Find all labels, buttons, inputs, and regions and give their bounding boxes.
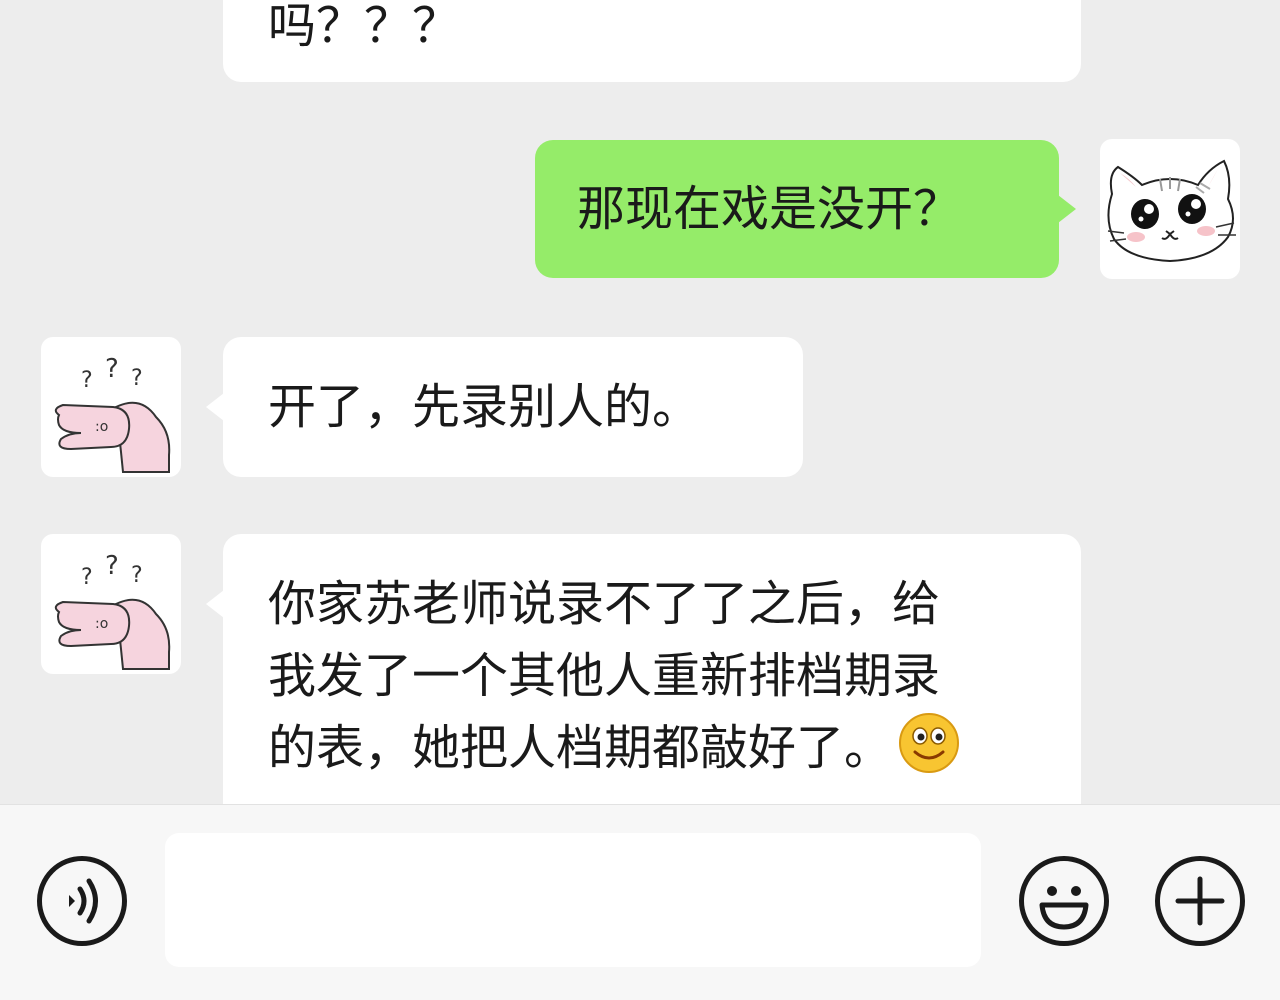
svg-text:?: ? — [131, 366, 143, 391]
message-text: 开了，先录别人的。 — [268, 379, 701, 435]
cat-avatar-icon — [1107, 159, 1236, 263]
svg-text:?: ? — [81, 565, 93, 590]
message-text: 吗？？？ — [268, 0, 461, 54]
message-bubble-contact[interactable]: 吗？？？ — [223, 0, 1081, 82]
message-bubble-me[interactable]: 那现在戏是没开？ — [535, 140, 1059, 278]
svg-text:?: ? — [105, 354, 119, 384]
message-input-bar — [0, 804, 1280, 1000]
bubble-tail — [1058, 195, 1076, 223]
chat-area: 吗？？？ 那现在戏是没开？ ? ? ?:o 开了，先录别人的。 ? ? ?:… — [0, 0, 1280, 804]
svg-text::o: :o — [95, 616, 108, 632]
message-line-text: 的表，她把人档期都敲好了。 — [268, 720, 893, 776]
emoji-button[interactable] — [1019, 856, 1109, 946]
message-line: 我发了一个其他人重新排档期录 — [268, 648, 941, 704]
message-bubble-contact[interactable]: 开了，先录别人的。 — [223, 337, 803, 477]
plus-icon — [1175, 876, 1225, 926]
contact-avatar[interactable]: ? ? ? :o — [41, 534, 181, 674]
message-bubble-contact[interactable]: 你家苏老师说录不了了之后，给 我发了一个其他人重新排档期录 的表，她把人档期都敲… — [223, 534, 1081, 804]
message-line: 的表，她把人档期都敲好了。 — [268, 712, 1081, 784]
bubble-tail — [206, 590, 224, 618]
rabbit-avatar-icon: ? ? ? :o — [54, 551, 171, 670]
svg-text:?: ? — [105, 551, 119, 581]
voice-button[interactable] — [37, 856, 127, 946]
emoji-icon — [1039, 886, 1089, 930]
message-input[interactable] — [165, 833, 981, 967]
svg-text::o: :o — [95, 419, 108, 435]
contact-avatar[interactable]: ? ? ? :o — [41, 337, 181, 477]
message-line: 你家苏老师说录不了了之后，给 — [268, 576, 941, 632]
svg-text:?: ? — [131, 563, 143, 588]
my-avatar[interactable] — [1100, 139, 1240, 279]
message-text: 那现在戏是没开？ — [577, 181, 962, 237]
add-button[interactable] — [1155, 856, 1245, 946]
smile-emoji-icon — [899, 713, 960, 773]
bubble-tail — [206, 393, 224, 421]
voice-icon — [69, 878, 98, 924]
svg-text:?: ? — [81, 368, 93, 393]
rabbit-avatar-icon: ? ? ? :o — [54, 354, 171, 473]
